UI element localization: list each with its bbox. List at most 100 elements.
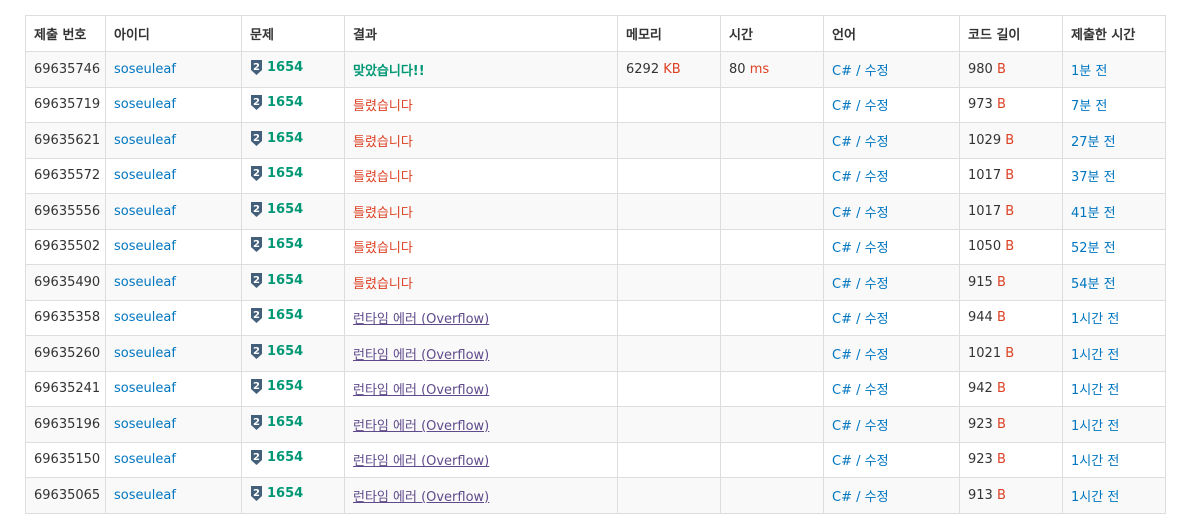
problem-link[interactable]: 2 1654 — [250, 485, 303, 501]
edit-link[interactable]: 수정 — [865, 312, 889, 327]
svg-text:2: 2 — [253, 452, 260, 463]
problem-link[interactable]: 2 1654 — [250, 308, 303, 324]
submission-id: 69635260 — [25, 335, 106, 372]
result-text: 틀렸습니다 — [353, 99, 413, 115]
result-text[interactable]: 런타임 에러 (Overflow) — [353, 312, 489, 327]
language-link[interactable]: C# — [832, 383, 852, 398]
submitted-at-link[interactable]: 1시간 전 — [1071, 490, 1119, 505]
problem-link[interactable]: 2 1654 — [250, 450, 303, 466]
problem-cell: 2 1654 — [241, 335, 345, 372]
language-link[interactable]: C# — [832, 490, 852, 505]
edit-link[interactable]: 수정 — [865, 170, 889, 185]
edit-link[interactable]: 수정 — [865, 64, 889, 79]
result-text[interactable]: 런타임 에러 (Overflow) — [353, 454, 489, 469]
result-text[interactable]: 런타임 에러 (Overflow) — [353, 348, 489, 363]
table-row: 69635358 soseuleaf 2 1654 런타임 에러 (Overflow) … — [25, 299, 1166, 336]
edit-link[interactable]: 수정 — [865, 277, 889, 292]
submitted-at-link[interactable]: 41분 전 — [1071, 206, 1116, 221]
user-link[interactable]: soseuleaf — [114, 452, 176, 467]
language-link[interactable]: C# — [832, 135, 852, 150]
language-link[interactable]: C# — [832, 312, 852, 327]
submitted-at-cell: 52분 전 — [1062, 228, 1166, 265]
user-link[interactable]: soseuleaf — [114, 488, 176, 503]
problem-number: 1654 — [267, 201, 304, 217]
submitted-at-link[interactable]: 27분 전 — [1071, 135, 1116, 150]
submitted-at-cell: 1시간 전 — [1062, 370, 1166, 407]
problem-link[interactable]: 2 1654 — [250, 379, 303, 395]
problem-link[interactable]: 2 1654 — [250, 272, 303, 288]
language-link[interactable]: C# — [832, 206, 852, 221]
user-link[interactable]: soseuleaf — [114, 168, 176, 183]
problem-link[interactable]: 2 1654 — [250, 59, 303, 75]
user-link[interactable]: soseuleaf — [114, 97, 176, 112]
language-link[interactable]: C# — [832, 170, 852, 185]
edit-link[interactable]: 수정 — [865, 206, 889, 221]
result-cell: 런타임 에러 (Overflow) — [344, 335, 618, 372]
code-length-unit: B — [1005, 345, 1015, 361]
language-separator: / — [851, 418, 865, 434]
memory-cell — [617, 157, 721, 194]
header-problem: 문제 — [241, 15, 345, 52]
result-text[interactable]: 런타임 에러 (Overflow) — [353, 383, 489, 398]
submitted-at-link[interactable]: 37분 전 — [1071, 170, 1116, 185]
edit-link[interactable]: 수정 — [865, 419, 889, 434]
language-link[interactable]: C# — [832, 419, 852, 434]
user-link[interactable]: soseuleaf — [114, 133, 176, 148]
user-link[interactable]: soseuleaf — [114, 417, 176, 432]
code-length-unit: B — [996, 310, 1006, 326]
submitted-at-link[interactable]: 1분 전 — [1071, 64, 1107, 79]
language-link[interactable]: C# — [832, 64, 852, 79]
user-cell: soseuleaf — [105, 335, 242, 372]
user-link[interactable]: soseuleaf — [114, 204, 176, 219]
edit-link[interactable]: 수정 — [865, 348, 889, 363]
svg-text:2: 2 — [253, 239, 260, 250]
table-row: 69635621 soseuleaf 2 1654 틀렸습니다 C# / 수정 1029 … — [25, 122, 1166, 159]
silver-2-tier-icon: 2 — [250, 166, 263, 182]
edit-link[interactable]: 수정 — [865, 383, 889, 398]
silver-2-tier-icon: 2 — [250, 95, 263, 111]
problem-link[interactable]: 2 1654 — [250, 237, 303, 253]
user-link[interactable]: soseuleaf — [114, 239, 176, 254]
user-link[interactable]: soseuleaf — [114, 275, 176, 290]
submitted-at-link[interactable]: 1시간 전 — [1071, 312, 1119, 327]
submitted-at-link[interactable]: 54분 전 — [1071, 277, 1116, 292]
edit-link[interactable]: 수정 — [865, 241, 889, 256]
problem-link[interactable]: 2 1654 — [250, 166, 303, 182]
problem-link[interactable]: 2 1654 — [250, 414, 303, 430]
problem-link[interactable]: 2 1654 — [250, 343, 303, 359]
submitted-at-link[interactable]: 52분 전 — [1071, 241, 1116, 256]
code-length-cell: 923 B — [959, 441, 1063, 478]
time-cell — [720, 228, 824, 265]
code-length-cell: 1050 B — [959, 228, 1063, 265]
user-link[interactable]: soseuleaf — [114, 62, 176, 77]
edit-link[interactable]: 수정 — [865, 99, 889, 114]
language-link[interactable]: C# — [832, 454, 852, 469]
submitted-at-link[interactable]: 1시간 전 — [1071, 419, 1119, 434]
submission-id: 69635556 — [25, 193, 106, 230]
submitted-at-link[interactable]: 1시간 전 — [1071, 454, 1119, 469]
submitted-at-link[interactable]: 7분 전 — [1071, 99, 1107, 114]
user-link[interactable]: soseuleaf — [114, 381, 176, 396]
problem-link[interactable]: 2 1654 — [250, 130, 303, 146]
edit-link[interactable]: 수정 — [865, 135, 889, 150]
language-link[interactable]: C# — [832, 277, 852, 292]
result-text[interactable]: 런타임 에러 (Overflow) — [353, 419, 489, 434]
language-link[interactable]: C# — [832, 348, 852, 363]
silver-2-tier-icon: 2 — [250, 308, 263, 324]
problem-link[interactable]: 2 1654 — [250, 201, 304, 217]
edit-link[interactable]: 수정 — [865, 490, 889, 505]
submitted-at-link[interactable]: 1시간 전 — [1071, 383, 1119, 398]
edit-link[interactable]: 수정 — [865, 454, 889, 469]
language-link[interactable]: C# — [832, 241, 852, 256]
user-link[interactable]: soseuleaf — [114, 346, 176, 361]
problem-link[interactable]: 2 1654 — [250, 95, 303, 111]
user-link[interactable]: soseuleaf — [114, 310, 176, 325]
code-length-unit: B — [1005, 132, 1015, 148]
result-text: 맞았습니다!! — [353, 63, 425, 79]
language-link[interactable]: C# — [832, 99, 852, 114]
language-cell: C# / 수정 — [823, 299, 960, 336]
memory-cell — [617, 122, 721, 159]
result-text[interactable]: 런타임 에러 (Overflow) — [353, 490, 489, 505]
submitted-at-link[interactable]: 1시간 전 — [1071, 348, 1119, 363]
time-cell — [720, 193, 824, 230]
